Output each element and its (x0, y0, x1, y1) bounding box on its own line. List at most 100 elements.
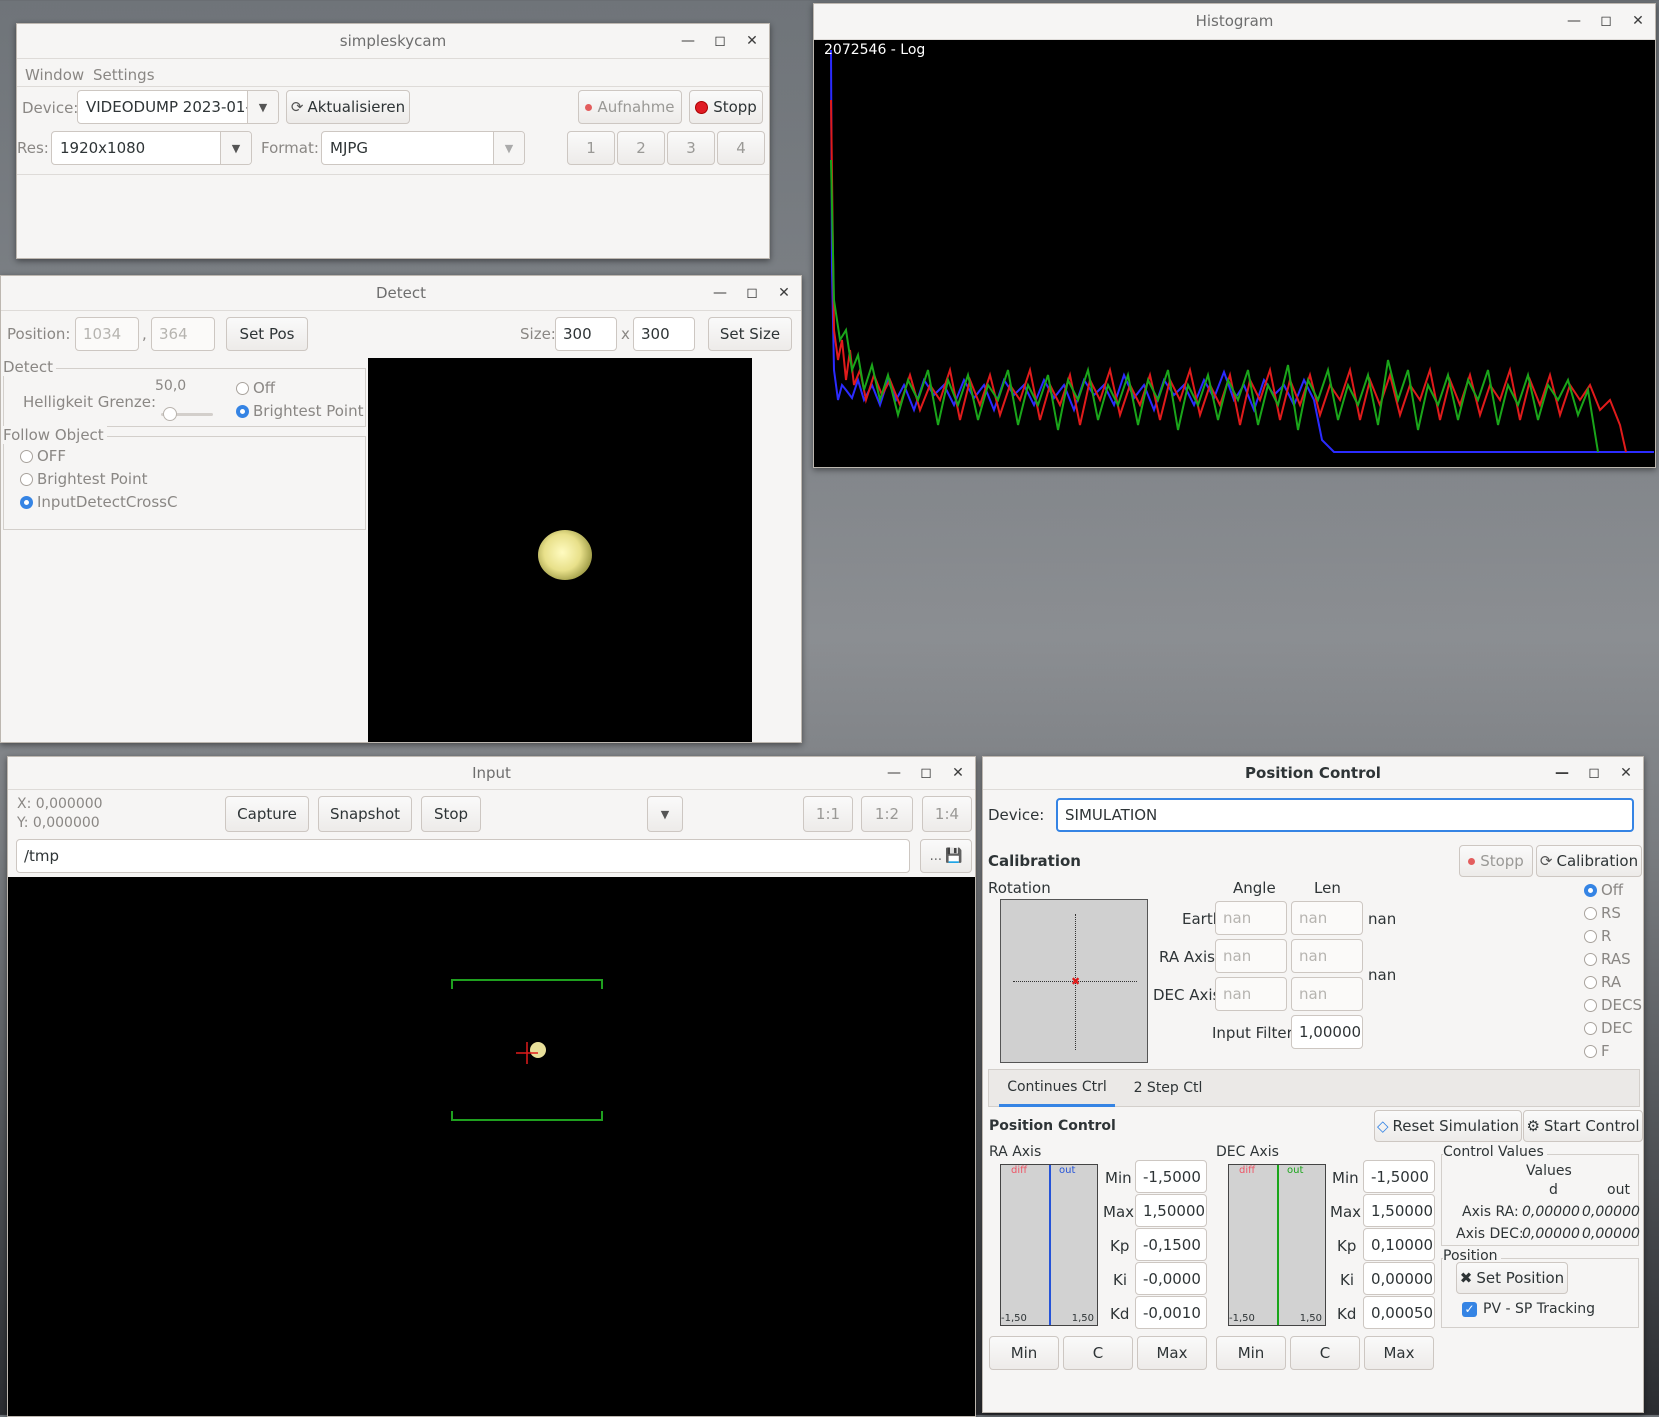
follow-off[interactable]: OFF (20, 447, 66, 465)
dec-angle-input[interactable]: nan (1215, 977, 1287, 1011)
earth-len-input[interactable]: nan (1291, 901, 1363, 935)
ra-max-button[interactable]: Max (1137, 1336, 1207, 1370)
options-dropdown[interactable]: ▼ (647, 796, 683, 832)
minimize-icon[interactable]: — (1565, 13, 1583, 31)
ra-max-input[interactable]: 1,50000 (1135, 1194, 1207, 1227)
snapshot-button[interactable]: Snapshot (318, 796, 412, 832)
tab-2-step-ctl[interactable]: 2 Step Ctl (1123, 1069, 1213, 1107)
titlebar[interactable]: Histogram — ◻ ✕ (814, 4, 1655, 40)
dec-max-button[interactable]: Max (1364, 1336, 1434, 1370)
dec-kd-input[interactable]: 0,00050 (1363, 1296, 1435, 1329)
mode-r[interactable]: R (1584, 927, 1611, 945)
pv-sp-tracking-checkbox[interactable]: ✓ PV - SP Tracking (1462, 1301, 1595, 1317)
refresh-button[interactable]: ⟳ Aktualisieren (286, 90, 410, 124)
brightness-slider-knob[interactable] (163, 407, 177, 421)
chevron-down-icon[interactable]: ▼ (247, 91, 278, 123)
position-x-input[interactable]: 1034 (75, 317, 139, 351)
zoom-1-4-button[interactable]: 1:4 (922, 796, 972, 832)
menu-settings[interactable]: Settings (93, 66, 155, 84)
dec-kp-label: Kp (1337, 1237, 1357, 1255)
maximize-icon[interactable]: ◻ (743, 284, 761, 302)
maximize-icon[interactable]: ◻ (1585, 764, 1603, 782)
maximize-icon[interactable]: ◻ (917, 764, 935, 782)
device-combo[interactable]: VIDEODUMP 2023-01-1 ▼ (77, 90, 279, 124)
mode-ras[interactable]: RAS (1584, 950, 1631, 968)
mode-f[interactable]: F (1584, 1042, 1610, 1060)
minimize-icon[interactable]: — (1553, 764, 1571, 782)
reset-simulation-button[interactable]: ◇ Reset Simulation (1374, 1110, 1522, 1142)
close-icon[interactable]: ✕ (1617, 764, 1635, 782)
menu-window[interactable]: Window (25, 66, 84, 84)
detect-mode-brightest[interactable]: Brightest Point (236, 402, 363, 420)
capture-button[interactable]: Capture (225, 796, 309, 832)
path-input[interactable]: /tmp (16, 839, 910, 873)
size-width-input[interactable]: 300 (555, 317, 617, 351)
dec-len-input[interactable]: nan (1291, 977, 1363, 1011)
mode-rs[interactable]: RS (1584, 904, 1621, 922)
close-icon[interactable]: ✕ (1629, 13, 1647, 31)
slot-4-button[interactable]: 4 (717, 131, 765, 165)
follow-brightest[interactable]: Brightest Point (20, 470, 147, 488)
minimize-icon[interactable]: — (679, 32, 697, 50)
device-input[interactable]: SIMULATION (1056, 798, 1634, 832)
ra-len-input[interactable]: nan (1291, 939, 1363, 973)
set-pos-button[interactable]: Set Pos (226, 317, 308, 351)
dec-min-button[interactable]: Min (1216, 1336, 1286, 1370)
record-button[interactable]: Aufnahme (578, 90, 682, 124)
position-y-input[interactable]: 364 (151, 317, 215, 351)
close-icon[interactable]: ✕ (743, 32, 761, 50)
dec-min-input[interactable]: -1,5000 (1363, 1160, 1435, 1193)
follow-inputdetectcross[interactable]: InputDetectCrossC (20, 493, 177, 511)
slot-1-button[interactable]: 1 (567, 131, 615, 165)
titlebar[interactable]: Position Control — ◻ ✕ (983, 757, 1643, 790)
ra-kp-input[interactable]: -0,1500 (1135, 1228, 1207, 1261)
set-size-button[interactable]: Set Size (708, 317, 792, 351)
dec-center-button[interactable]: C (1290, 1336, 1360, 1370)
dec-kp-input[interactable]: 0,10000 (1363, 1228, 1435, 1261)
dec-ki-input[interactable]: 0,00000 (1363, 1262, 1435, 1295)
detect-mode-off[interactable]: Off (236, 379, 275, 397)
maximize-icon[interactable]: ◻ (1597, 13, 1615, 31)
stop-button[interactable]: Stopp (689, 90, 763, 124)
slot-2-button[interactable]: 2 (617, 131, 665, 165)
minimize-icon[interactable]: — (885, 764, 903, 782)
input-filter-input[interactable]: 1,00000 (1291, 1015, 1363, 1049)
zoom-1-1-button[interactable]: 1:1 (803, 796, 853, 832)
res-combo[interactable]: 1920x1080 ▼ (51, 131, 252, 165)
calibration-button[interactable]: ⟳ Calibration (1536, 845, 1642, 877)
maximize-icon[interactable]: ◻ (711, 32, 729, 50)
minimize-icon[interactable]: — (711, 284, 729, 302)
slot-3-button[interactable]: 3 (667, 131, 715, 165)
calibration-stop-button[interactable]: Stopp (1459, 845, 1533, 877)
stop-button[interactable]: Stop (421, 796, 481, 832)
chevron-down-icon[interactable]: ▼ (493, 132, 524, 164)
close-icon[interactable]: ✕ (949, 764, 967, 782)
save-path-button[interactable]: ... 💾 (920, 839, 972, 873)
set-position-button[interactable]: ✖ Set Position (1456, 1262, 1568, 1294)
ra-min-input[interactable]: -1,5000 (1135, 1160, 1207, 1193)
ra-axis-meter: diff out -1,50 1,50 (1000, 1164, 1098, 1326)
mode-off[interactable]: Off (1584, 881, 1623, 899)
brightness-slider[interactable] (161, 407, 213, 421)
ra-kd-input[interactable]: -0,0010 (1135, 1296, 1207, 1329)
format-value: MJPG (330, 139, 369, 157)
chevron-down-icon[interactable]: ▼ (220, 132, 251, 164)
format-combo[interactable]: MJPG ▼ (321, 131, 525, 165)
tab-continues-ctrl[interactable]: Continues Ctrl (999, 1069, 1115, 1107)
titlebar[interactable]: Input — ◻ ✕ (8, 757, 975, 790)
ra-min-button[interactable]: Min (989, 1336, 1059, 1370)
titlebar[interactable]: simpleskycam — ◻ ✕ (17, 24, 769, 59)
ra-ki-input[interactable]: -0,0000 (1135, 1262, 1207, 1295)
earth-angle-input[interactable]: nan (1215, 901, 1287, 935)
mode-decs[interactable]: DECS (1584, 996, 1642, 1014)
dec-max-input[interactable]: 1,50000 (1363, 1194, 1435, 1227)
ra-center-button[interactable]: C (1063, 1336, 1133, 1370)
titlebar[interactable]: Detect — ◻ ✕ (1, 276, 801, 311)
zoom-1-2-button[interactable]: 1:2 (861, 796, 913, 832)
mode-ra[interactable]: RA (1584, 973, 1621, 991)
ra-angle-input[interactable]: nan (1215, 939, 1287, 973)
size-height-input[interactable]: 300 (633, 317, 695, 351)
close-icon[interactable]: ✕ (775, 284, 793, 302)
mode-dec[interactable]: DEC (1584, 1019, 1633, 1037)
start-control-button[interactable]: ⚙ Start Control (1523, 1110, 1643, 1142)
